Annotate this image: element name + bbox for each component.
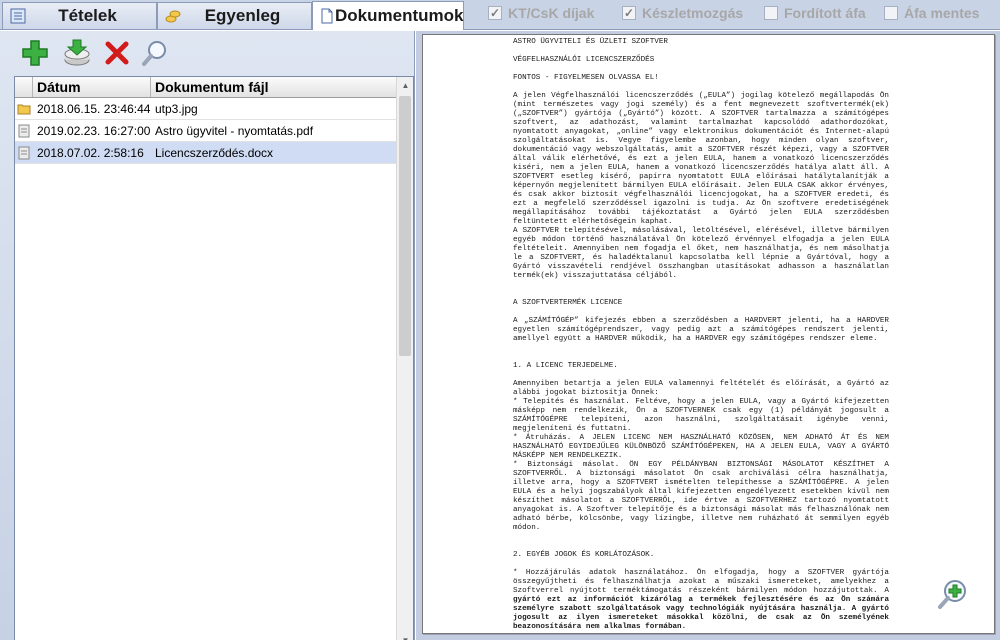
doc-paragraph: * Telepítés és használat. Feltéve, hogy … — [513, 398, 889, 433]
delete-button[interactable] — [100, 36, 134, 70]
tab-egyenleg[interactable]: Egyenleg — [157, 2, 312, 29]
tab-dokumentumok-label: Dokumentumok — [335, 6, 464, 25]
doc-heading: A SZOFTVERTERMÉK LICENCE — [513, 299, 623, 307]
cell-file: utp3.jpg — [155, 102, 198, 116]
delete-icon — [105, 41, 129, 65]
doc-paragraph-normal: * Hozzájárulás adatok használatához. Ön … — [513, 569, 889, 595]
tab-tetelek-label: Tételek — [58, 6, 117, 25]
cell-date: 2019.02.23. 16:27:00 — [37, 124, 151, 138]
checkbox-label: KT/CsK díjak — [508, 5, 595, 21]
zoom-in-button[interactable] — [936, 577, 970, 611]
column-header-dokumentum-fajl[interactable]: Dokumentum fájl — [151, 77, 397, 97]
checkbox-keszletmozgas[interactable]: ✓ Készletmozgás — [622, 5, 743, 21]
cell-date: 2018.07.02. 2:58:16 — [37, 146, 144, 160]
document-preview-panel: ASTRO ÜGYVITELI ÉS ÜZLETI SZOFTVER VÉGFE… — [416, 31, 1000, 640]
checkbox-forditott-afa[interactable]: Fordított áfa — [764, 5, 866, 21]
doc-company: ASTRO ÜGYVITELI ÉS ÜZLETI SZOFTVER — [513, 38, 668, 46]
doc-paragraph: * Biztonsági másolat. ÖN EGY PÉLDÁNYBAN … — [513, 461, 889, 532]
checkbox-ktcsk-dijak[interactable]: ✓ KT/CsK díjak — [488, 5, 594, 21]
document-text: ASTRO ÜGYVITELI ÉS ÜZLETI SZOFTVER VÉGFE… — [513, 38, 889, 632]
checkbox-afa-mentes[interactable]: Áfa mentes — [884, 5, 979, 21]
table-row-selected[interactable]: 2018.07.02. 2:58:16 Licencszerződés.docx — [15, 142, 397, 164]
zoom-in-icon — [938, 580, 966, 609]
search-button[interactable] — [138, 36, 172, 70]
scroll-up-arrow-icon[interactable]: ▲ — [397, 77, 414, 94]
download-button[interactable] — [60, 36, 94, 70]
documents-table: Dátum Dokumentum fájl 2018.06.15. 23:46:… — [14, 76, 414, 640]
folder-icon — [15, 98, 33, 120]
checkbox-box[interactable]: ✓ — [622, 6, 636, 20]
doc-heading: 2. EGYÉB JOGOK ÉS KORLÁTOZÁSOK. — [513, 551, 655, 559]
vertical-scroll-thumb[interactable] — [399, 96, 411, 356]
checkbox-box[interactable] — [764, 6, 778, 20]
column-header-datum[interactable]: Dátum — [33, 77, 151, 97]
documents-toolbar — [0, 31, 415, 75]
doc-heading: 1. A LICENC TERJEDELME. — [513, 362, 618, 370]
documents-panel: Dátum Dokumentum fájl 2018.06.15. 23:46:… — [0, 31, 415, 640]
doc-paragraph: Amennyiben betartja a jelen EULA valamen… — [513, 380, 889, 397]
doc-file-icon — [15, 120, 33, 142]
table-header: Dátum Dokumentum fájl — [15, 77, 397, 98]
doc-paragraph: A jelen Végfelhasználói licencszerződés … — [513, 92, 889, 226]
checkbox-label: Fordított áfa — [784, 5, 866, 21]
coins-icon — [164, 7, 182, 25]
cell-file: Astro ügyvitel - nyomtatás.pdf — [155, 124, 314, 138]
doc-paragraph: A „SZÁMÍTÓGÉP” kifejezés ebben a szerződ… — [513, 317, 889, 343]
vertical-scrollbar[interactable]: ▲ ▼ — [396, 77, 413, 640]
doc-paragraph: * Hozzájárulás adatok használatához. Ön … — [513, 569, 889, 632]
doc-paragraph: * Átruházás. A JELEN LICENC NEM HASZNÁLH… — [513, 434, 889, 460]
checkbox-label: Áfa mentes — [904, 5, 980, 21]
cell-file: Licencszerződés.docx — [155, 146, 274, 160]
tab-bar: Tételek Egyenleg Dokumentumok ✓ KT/CsK d… — [0, 0, 1000, 30]
doc-title: VÉGFELHASZNÁLÓI LICENCSZERZŐDÉS — [513, 56, 655, 64]
download-icon — [64, 39, 90, 66]
tab-dokumentumok[interactable]: Dokumentumok — [312, 1, 464, 30]
tab-tetelek[interactable]: Tételek — [2, 2, 157, 29]
list-icon — [9, 7, 27, 25]
table-row[interactable]: 2018.06.15. 23:46:44 utp3.jpg — [15, 98, 397, 120]
table-row[interactable]: 2019.02.23. 16:27:00 Astro ügyvitel - ny… — [15, 120, 397, 142]
checkbox-box[interactable]: ✓ — [488, 6, 502, 20]
header-selector — [15, 77, 33, 97]
cell-date: 2018.06.15. 23:46:44 — [37, 102, 151, 116]
doc-file-icon — [15, 142, 33, 164]
document-icon — [319, 7, 335, 25]
checkbox-label: Készletmozgás — [642, 5, 744, 21]
search-icon — [142, 41, 166, 66]
add-icon — [22, 40, 48, 66]
add-button[interactable] — [18, 36, 52, 70]
doc-warning: FONTOS - FIGYELMESEN OLVASSA EL! — [513, 74, 659, 82]
tab-egyenleg-label: Egyenleg — [204, 6, 281, 25]
scroll-down-arrow-icon[interactable]: ▼ — [397, 632, 414, 640]
doc-paragraph: A SZOFTVER telepítésével, másolásával, l… — [513, 227, 889, 280]
doc-paragraph-bold: gyártó ezt az információt kizárólag a te… — [513, 596, 889, 631]
checkbox-box[interactable] — [884, 6, 898, 20]
document-page[interactable]: ASTRO ÜGYVITELI ÉS ÜZLETI SZOFTVER VÉGFE… — [422, 34, 995, 634]
